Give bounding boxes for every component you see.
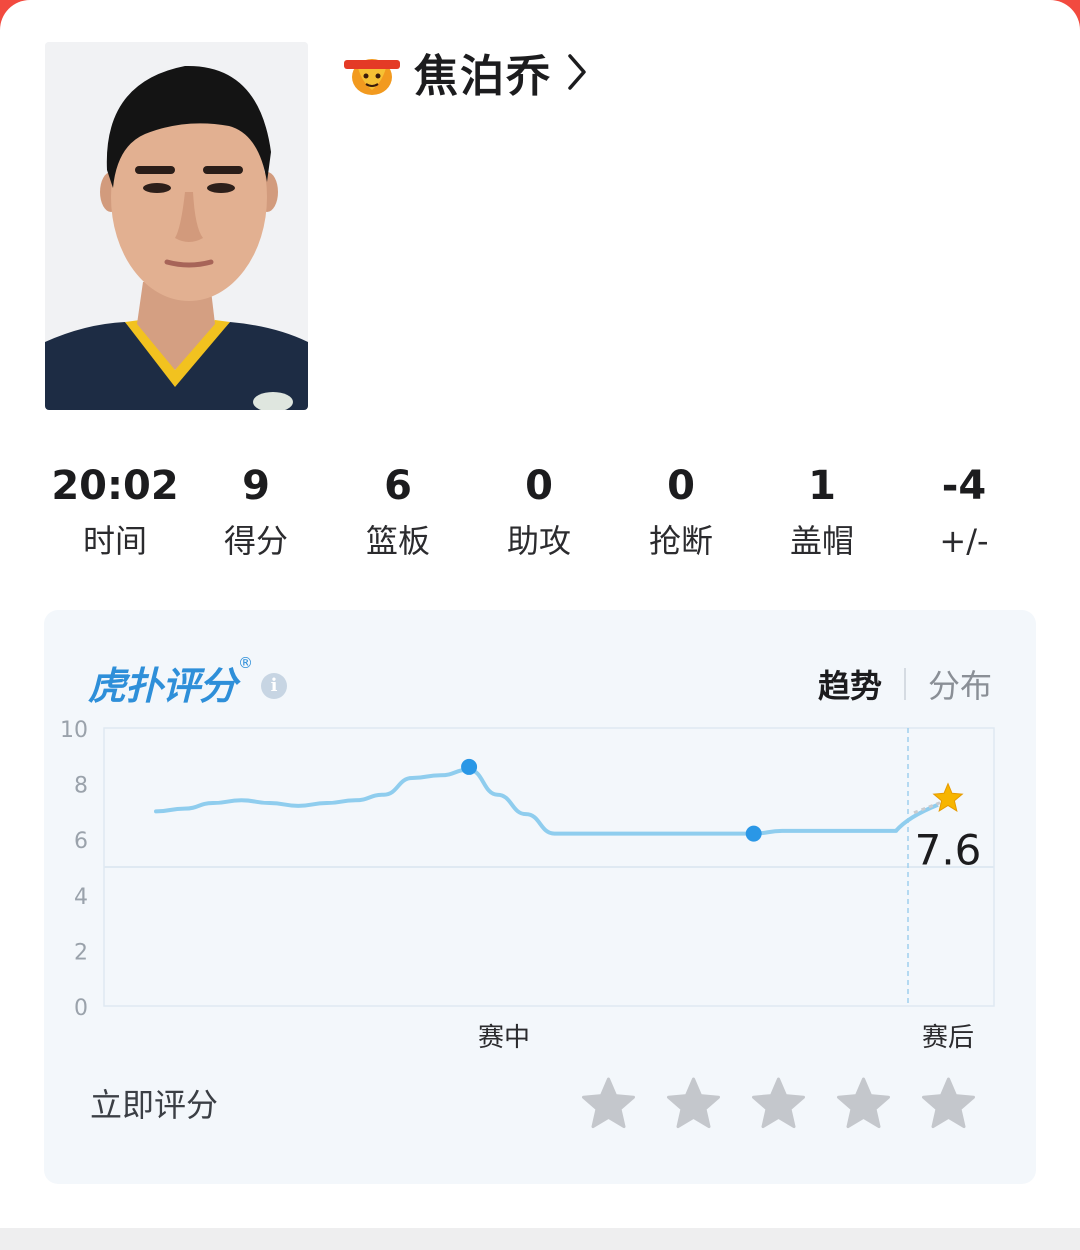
stat-label: 盖帽	[789, 522, 854, 560]
x-label-post-game: 赛后	[922, 1023, 974, 1050]
stat-value: 1	[808, 463, 836, 509]
x-label-in-game: 赛中	[478, 1023, 530, 1050]
rate-now-label: 立即评分	[90, 1086, 219, 1124]
y-tick-label: 0	[74, 996, 88, 1021]
player-name-link[interactable]: 焦泊乔	[414, 42, 588, 102]
final-rating-value: 7.6	[915, 826, 982, 875]
stat-minutes: 20:02 时间	[45, 458, 185, 568]
stat-steals: 0 抢断	[611, 458, 751, 568]
rate-stars	[580, 1076, 977, 1136]
stat-assists: 0 助攻	[469, 458, 609, 568]
stat-value: 9	[242, 463, 270, 509]
stat-rebounds: 6 篮板	[328, 458, 468, 568]
stat-blocks: 1 盖帽	[752, 458, 892, 568]
star-icon[interactable]	[920, 1076, 977, 1133]
stat-label: 得分	[223, 522, 288, 560]
stat-value: 20:02	[51, 463, 179, 509]
player-photo	[45, 42, 308, 410]
star-icon[interactable]	[835, 1076, 892, 1133]
rating-brand: 虎扑评分 ® i	[88, 652, 288, 712]
brand-logo-text: 虎扑评分	[88, 663, 237, 708]
rating-tabs: 趋势 分布	[818, 662, 992, 706]
stat-label: 助攻	[506, 522, 571, 560]
y-tick-label: 2	[74, 940, 88, 965]
stat-value: -4	[941, 463, 987, 509]
y-tick-label: 4	[74, 885, 88, 910]
y-tick-label: 10	[60, 718, 88, 743]
player-card: 焦泊乔 20:02 时间 9 得分 6 篮板 0 助攻 0 抢断 1 盖帽 -4…	[0, 0, 1080, 1228]
player-name: 焦泊乔	[414, 51, 552, 102]
star-icon[interactable]	[665, 1076, 722, 1133]
registered-mark: ®	[238, 654, 254, 672]
team-logo	[342, 52, 402, 98]
stat-points: 9 得分	[186, 458, 326, 568]
stats-row: 20:02 时间 9 得分 6 篮板 0 助攻 0 抢断 1 盖帽 -4 +/-	[45, 458, 1035, 568]
y-tick-label: 8	[74, 774, 88, 799]
stat-label: 时间	[82, 522, 147, 560]
bottom-strip	[0, 1228, 1080, 1250]
rating-panel: 虎扑评分 ® i 趋势 分布 10 8 6 4 2 0 7.6 赛中 赛后 立即评分	[44, 610, 1036, 1184]
tab-divider	[903, 668, 906, 700]
stat-label: +/-	[939, 522, 989, 560]
stat-label: 篮板	[365, 522, 430, 560]
stat-value: 6	[384, 463, 412, 509]
highlight-point	[745, 825, 762, 842]
highlight-point	[461, 758, 478, 775]
tab-trend[interactable]: 趋势	[818, 661, 882, 707]
star-icon[interactable]	[580, 1076, 637, 1133]
y-tick-label: 6	[74, 829, 88, 854]
chart-svg: 10 8 6 4 2 0 7.6 赛中 赛后	[60, 718, 995, 1053]
tab-distribution[interactable]: 分布	[928, 661, 992, 707]
stat-label: 抢断	[648, 522, 713, 560]
star-icon[interactable]	[750, 1076, 807, 1133]
rating-trend-chart: 10 8 6 4 2 0 7.6 赛中 赛后	[44, 710, 1036, 1053]
chevron-right-icon	[568, 54, 586, 90]
stat-value: 0	[667, 463, 695, 509]
info-icon[interactable]: i	[261, 673, 288, 699]
stat-plus-minus: -4 +/-	[894, 458, 1034, 568]
stat-value: 0	[525, 463, 553, 509]
rating-line	[154, 767, 898, 836]
